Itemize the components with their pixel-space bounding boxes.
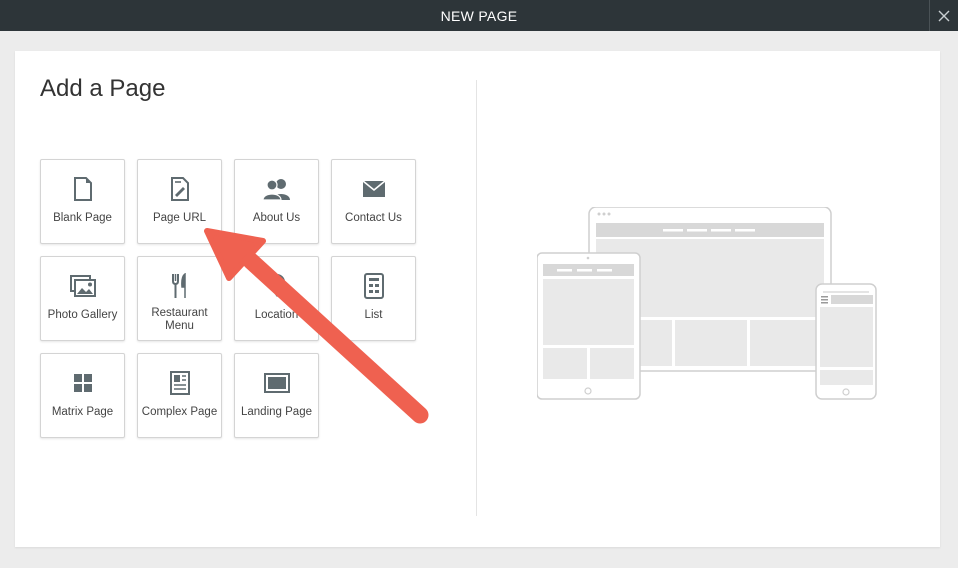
tile-label: Location bbox=[254, 309, 299, 321]
tile-label: Complex Page bbox=[141, 406, 218, 418]
add-page-panel: Add a Page Blank Page Page URL About Us … bbox=[15, 51, 940, 547]
photo-gallery-icon bbox=[69, 275, 96, 297]
tile-restaurant-menu[interactable]: Restaurant Menu bbox=[137, 256, 222, 341]
tile-label: Page URL bbox=[152, 212, 207, 224]
tile-label: List bbox=[364, 309, 383, 321]
tile-label: Restaurant Menu bbox=[151, 307, 208, 332]
tile-label: Matrix Page bbox=[51, 406, 114, 418]
tile-blank-page[interactable]: Blank Page bbox=[40, 159, 125, 244]
tile-label: Landing Page bbox=[241, 406, 312, 418]
page-url-icon bbox=[170, 177, 189, 201]
tile-page-url[interactable]: Page URL bbox=[137, 159, 222, 244]
tile-list[interactable]: List bbox=[331, 256, 416, 341]
window-title: NEW PAGE bbox=[440, 7, 518, 24]
window-titlebar: NEW PAGE bbox=[0, 0, 958, 31]
close-button[interactable] bbox=[929, 0, 958, 31]
tile-about-us[interactable]: About Us bbox=[234, 159, 319, 244]
tile-label: Blank Page bbox=[53, 212, 112, 224]
complex-page-icon bbox=[169, 371, 190, 395]
list-icon bbox=[363, 273, 384, 299]
envelope-icon bbox=[361, 180, 386, 197]
responsive-devices-illustration bbox=[537, 207, 877, 400]
people-icon bbox=[261, 179, 290, 201]
panel-divider bbox=[476, 80, 477, 516]
tile-photo-gallery[interactable]: Photo Gallery bbox=[40, 256, 125, 341]
tile-complex-page[interactable]: Complex Page bbox=[137, 353, 222, 438]
tile-location[interactable]: Location bbox=[234, 256, 319, 341]
blank-page-icon bbox=[73, 177, 92, 201]
location-pin-icon bbox=[268, 274, 285, 297]
tile-contact-us[interactable]: Contact Us bbox=[331, 159, 416, 244]
tile-label: Photo Gallery bbox=[47, 309, 118, 321]
page-type-grid: Blank Page Page URL About Us Contact Us … bbox=[40, 159, 420, 441]
matrix-icon bbox=[73, 374, 92, 392]
close-icon bbox=[938, 10, 950, 21]
landing-page-icon bbox=[263, 373, 290, 393]
tile-landing-page[interactable]: Landing Page bbox=[234, 353, 319, 438]
page-title: Add a Page bbox=[40, 75, 166, 102]
tile-label: Contact Us bbox=[345, 212, 402, 224]
tile-matrix-page[interactable]: Matrix Page bbox=[40, 353, 125, 438]
tile-label: About Us bbox=[252, 212, 301, 224]
fork-knife-icon bbox=[171, 273, 186, 298]
